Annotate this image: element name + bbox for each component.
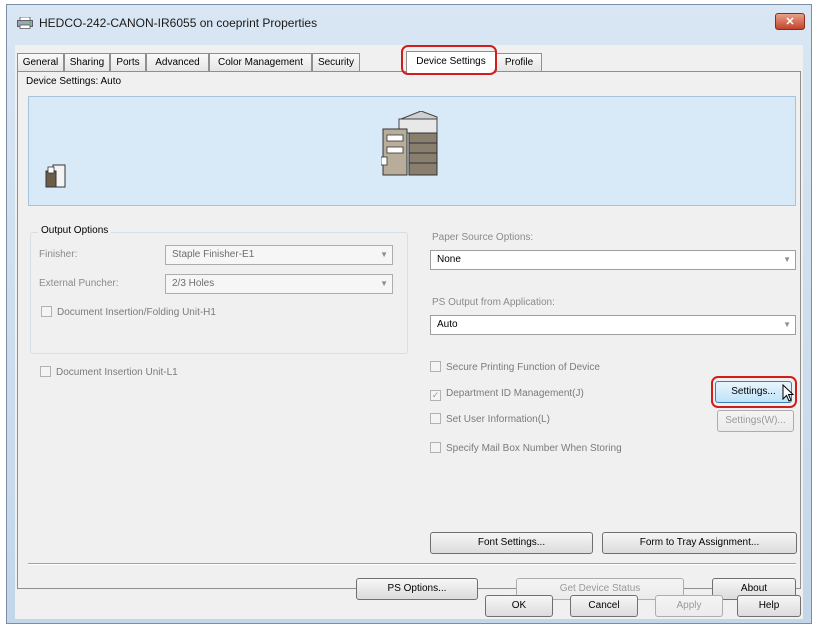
tab-color-management[interactable]: Color Management — [209, 53, 312, 71]
paper-source-value: None — [437, 254, 461, 265]
set-user-info-label: Set User Information(L) — [446, 414, 550, 425]
set-user-info-checkbox[interactable]: Set User Information(L) — [430, 413, 550, 427]
checkbox-box — [430, 442, 441, 453]
secure-printing-checkbox[interactable]: Secure Printing Function of Device — [430, 361, 600, 375]
tab-device-settings[interactable]: Device Settings — [406, 51, 496, 73]
tab-profile[interactable]: Profile — [496, 53, 542, 71]
chevron-down-icon: ▼ — [783, 255, 791, 264]
department-id-checkbox[interactable]: ✓ Department ID Management(J) — [430, 387, 584, 401]
external-puncher-combo[interactable]: 2/3 Holes ▼ — [165, 274, 393, 294]
secure-printing-label: Secure Printing Function of Device — [446, 362, 600, 373]
checkbox-box — [430, 413, 441, 424]
settings-button[interactable]: Settings... — [715, 381, 792, 403]
cancel-button[interactable]: Cancel — [570, 595, 638, 617]
tab-ports[interactable]: Ports — [110, 53, 146, 71]
checkbox-box — [41, 306, 52, 317]
device-preview — [28, 96, 796, 206]
finisher-label: Finisher: — [39, 249, 78, 260]
finisher-value: Staple Finisher-E1 — [172, 249, 255, 260]
paper-source-combo[interactable]: None ▼ — [430, 250, 796, 270]
ps-output-combo[interactable]: Auto ▼ — [430, 315, 796, 335]
tab-sharing[interactable]: Sharing — [64, 53, 110, 71]
mail-box-checkbox[interactable]: Specify Mail Box Number When Storing — [430, 442, 622, 456]
department-id-label: Department ID Management(J) — [446, 388, 584, 399]
font-settings-button[interactable]: Font Settings... — [430, 532, 593, 554]
doc-insertion-folding-label: Document Insertion/Folding Unit-H1 — [57, 307, 216, 318]
printer-icon — [17, 17, 33, 29]
separator-line — [28, 563, 796, 565]
output-options-group: Output Options Finisher: Staple Finisher… — [30, 225, 408, 354]
printer-device-icon — [381, 111, 438, 176]
finisher-combo[interactable]: Staple Finisher-E1 ▼ — [165, 245, 393, 265]
apply-button[interactable]: Apply — [655, 595, 723, 617]
ps-output-value: Auto — [437, 319, 458, 330]
help-button[interactable]: Help — [737, 595, 801, 617]
title-bar[interactable]: HEDCO-242-CANON-IR6055 on coeprint Prope… — [7, 5, 811, 39]
paper-source-label: Paper Source Options: — [432, 232, 534, 243]
tab-security[interactable]: Security — [312, 53, 360, 71]
window-title: HEDCO-242-CANON-IR6055 on coeprint Prope… — [39, 16, 318, 30]
external-puncher-value: 2/3 Holes — [172, 278, 215, 289]
doc-insertion-unit-label: Document Insertion Unit-L1 — [56, 367, 178, 378]
check-icon: ✓ — [430, 390, 441, 401]
form-to-tray-button[interactable]: Form to Tray Assignment... — [602, 532, 797, 554]
device-settings-mode-label: Device Settings: Auto — [26, 76, 122, 87]
close-icon: ✕ — [785, 16, 795, 28]
settings-w-button[interactable]: Settings(W)... — [717, 410, 794, 432]
tab-advanced[interactable]: Advanced — [146, 53, 209, 71]
ps-options-button[interactable]: PS Options... — [356, 578, 478, 600]
chevron-down-icon: ▼ — [380, 250, 388, 259]
paper-tray-icon — [45, 164, 66, 188]
tab-general[interactable]: General — [17, 53, 64, 71]
doc-insertion-unit-checkbox[interactable]: Document Insertion Unit-L1 — [40, 366, 178, 380]
external-puncher-label: External Puncher: — [39, 278, 119, 289]
ps-output-label: PS Output from Application: — [432, 297, 555, 308]
chevron-down-icon: ▼ — [783, 320, 791, 329]
mouse-cursor-icon — [782, 384, 794, 402]
chevron-down-icon: ▼ — [380, 279, 388, 288]
mail-box-label: Specify Mail Box Number When Storing — [446, 443, 622, 454]
ok-button[interactable]: OK — [485, 595, 553, 617]
close-button[interactable]: ✕ — [775, 13, 805, 30]
dialog-client: General Sharing Ports Advanced Color Man… — [15, 45, 803, 619]
device-settings-panel: Device Settings: Auto Output Options Fin… — [17, 71, 801, 600]
doc-insertion-folding-checkbox[interactable]: Document Insertion/Folding Unit-H1 — [41, 306, 216, 320]
output-options-legend: Output Options — [38, 225, 112, 236]
properties-window: HEDCO-242-CANON-IR6055 on coeprint Prope… — [6, 4, 812, 624]
checkbox-box — [430, 361, 441, 372]
checkbox-box — [40, 366, 51, 377]
